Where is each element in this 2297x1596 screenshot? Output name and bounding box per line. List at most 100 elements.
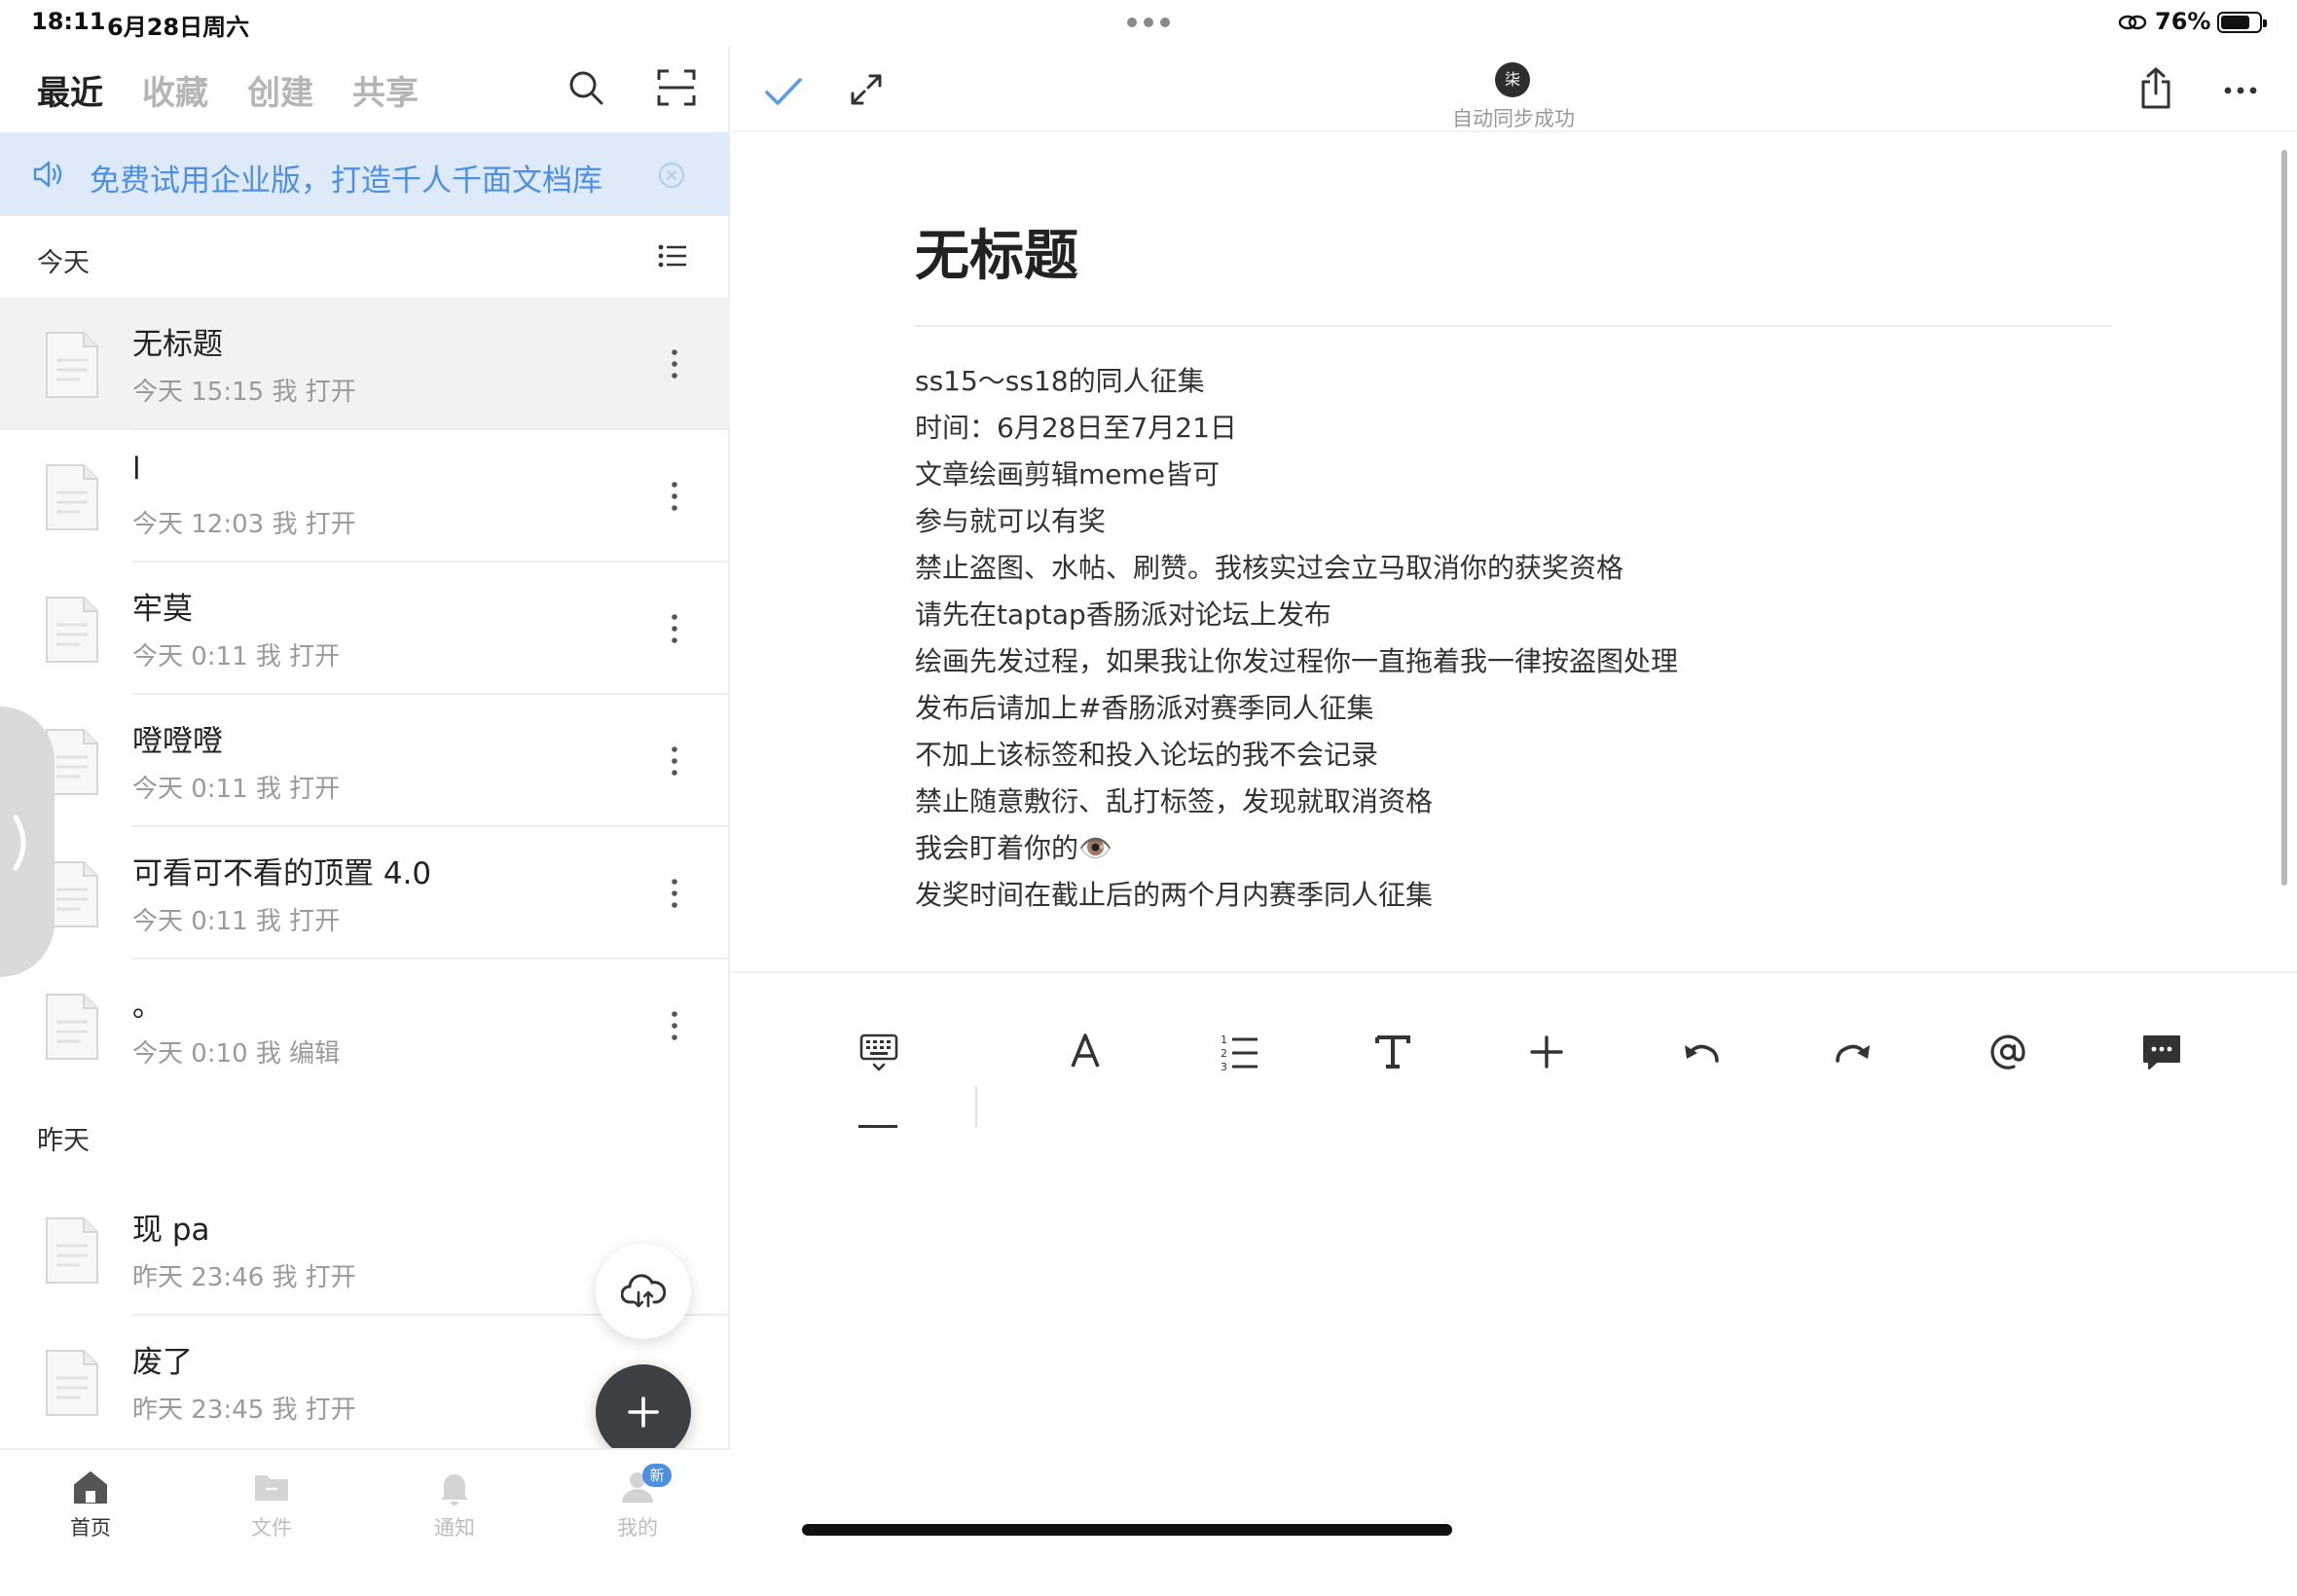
insert-plus-icon[interactable] (1522, 1030, 1571, 1074)
folder-icon (255, 1475, 288, 1501)
documents-pane: 最近 收藏 创建 共享 免费试用企业版，打造千人千面文档库 今天 无标题 今天 … (0, 47, 730, 1596)
doc-title: 无标题 (132, 327, 223, 362)
svg-text:3: 3 (1221, 1061, 1227, 1073)
document-body[interactable]: ss15～ss18的同人征集 时间：6月28日至7月21日 文章绘画剪辑meme… (915, 358, 2112, 919)
search-icon[interactable] (566, 68, 605, 107)
tabbar-home[interactable]: 首页 (37, 1468, 144, 1542)
undo-icon[interactable] (1676, 1030, 1725, 1074)
cloud-upload-icon (621, 1274, 666, 1308)
document-icon (46, 994, 98, 1060)
redo-icon[interactable] (1830, 1030, 1878, 1074)
scan-icon[interactable] (656, 68, 697, 107)
doc-meta: 今天 15:15 我 打开 (132, 378, 356, 407)
editor-pane: 柒 自动同步成功 无标题 ss15～ss18的同人征集 时间：6月28日至7月2… (732, 47, 2297, 1596)
more-horizontal-icon[interactable] (2223, 86, 2258, 95)
doc-title: 牢莫 (132, 592, 193, 627)
text-format-icon[interactable] (1368, 1030, 1417, 1074)
doc-meta: 昨天 23:46 我 打开 (132, 1263, 356, 1292)
bottom-tab-bar: 首页 文件 通知 新 我的 (0, 1448, 730, 1596)
more-vertical-icon[interactable] (662, 744, 687, 779)
tab-recent[interactable]: 最近 (37, 66, 103, 114)
doc-paragraph: 禁止盗图、水帖、刷赞。我核实过会立马取消你的获奖资格 (915, 552, 1624, 584)
title-divider (915, 325, 2112, 327)
new-badge: 新 (642, 1464, 672, 1487)
battery-percent: 76% (2155, 8, 2211, 35)
document-icon (46, 464, 98, 530)
doc-list-item[interactable]: l 今天 12:03 我 打开 (0, 430, 730, 562)
expand-icon[interactable] (849, 72, 884, 107)
add-button[interactable] (596, 1364, 691, 1460)
doc-list-item[interactable]: 牢莫 今天 0:11 我 打开 (0, 562, 730, 695)
editor-toolbar: 1 2 3 (732, 971, 2297, 1596)
tab-created[interactable]: 创建 (247, 66, 313, 114)
promo-banner[interactable]: 免费试用企业版，打造千人千面文档库 (0, 132, 730, 216)
doc-paragraph: ss15～ss18的同人征集 (915, 365, 1205, 397)
document-icon (46, 332, 98, 398)
home-indicator[interactable] (802, 1524, 1452, 1536)
doc-paragraph: 参与就可以有奖 (915, 505, 1107, 537)
font-style-icon[interactable] (1061, 1030, 1110, 1074)
doc-title: 现 pa (132, 1213, 210, 1248)
doc-meta: 今天 12:03 我 打开 (132, 510, 356, 539)
scrollbar[interactable] (2281, 150, 2287, 886)
document-icon (46, 597, 98, 663)
keyboard-dismiss-icon[interactable] (855, 1030, 903, 1074)
document-icon (46, 1350, 98, 1416)
doc-paragraph: 我会盯着你的👁️ (915, 832, 1112, 864)
doc-paragraph: 不加上该标签和投入论坛的我不会记录 (915, 739, 1379, 771)
more-vertical-icon[interactable] (662, 479, 687, 514)
more-vertical-icon[interactable] (662, 1008, 687, 1043)
bell-icon (441, 1474, 468, 1505)
doc-paragraph: 禁止随意敷衍、乱打标签，发现就取消资格 (915, 785, 1434, 817)
sidebar-handle[interactable] (0, 707, 55, 977)
chevron-right-icon (13, 815, 26, 871)
doc-title: 可看可不看的顶置 4.0 (132, 856, 432, 891)
active-tool-underline (858, 1125, 897, 1128)
cloud-upload-button[interactable] (596, 1244, 691, 1339)
mention-icon[interactable] (1984, 1030, 2032, 1074)
numbered-list-icon[interactable]: 1 2 3 (1215, 1030, 1263, 1074)
filter-tabs: 最近 收藏 创建 共享 (37, 66, 419, 114)
check-icon[interactable] (763, 74, 804, 109)
home-icon (74, 1471, 107, 1504)
status-time: 18:11 (31, 8, 106, 35)
banner-text[interactable]: 免费试用企业版，打造千人千面文档库 (90, 156, 602, 200)
more-vertical-icon[interactable] (662, 876, 687, 911)
svg-text:2: 2 (1221, 1047, 1227, 1060)
doc-meta: 昨天 23:45 我 打开 (132, 1396, 356, 1425)
doc-paragraph: 绘画先发过程，如果我让你发过程你一直拖着我一律按盗图处理 (915, 645, 1679, 677)
tabbar-label: 我的 (617, 1516, 658, 1540)
header-divider (732, 130, 2297, 132)
doc-title: 。 (132, 989, 163, 1024)
doc-list-item[interactable]: 无标题 今天 15:15 我 打开 (0, 298, 730, 430)
more-vertical-icon[interactable] (662, 346, 687, 381)
document-title[interactable]: 无标题 (915, 212, 1078, 291)
sync-status: 自动同步成功 (1452, 107, 1575, 130)
tabbar-me[interactable]: 新 我的 (584, 1464, 691, 1542)
doc-list-item[interactable]: 噔噔噔 今天 0:11 我 打开 (0, 695, 730, 827)
section-today: 今天 (37, 248, 90, 278)
more-vertical-icon[interactable] (662, 611, 687, 646)
share-icon[interactable] (2139, 66, 2172, 109)
status-bar: 18:11 6月28日周六 76% (0, 0, 2297, 47)
list-view-icon[interactable] (658, 243, 687, 269)
doc-title: 废了 (132, 1345, 193, 1380)
svg-text:1: 1 (1221, 1034, 1227, 1046)
comment-icon[interactable] (2137, 1030, 2186, 1074)
doc-list-item[interactable]: 可看可不看的顶置 4.0 今天 0:11 我 打开 (0, 827, 730, 960)
close-icon[interactable] (658, 162, 685, 189)
avatar[interactable]: 柒 (1495, 62, 1530, 97)
tab-shared[interactable]: 共享 (352, 66, 419, 114)
tab-favorites[interactable]: 收藏 (142, 66, 208, 114)
doc-list-item[interactable]: 。 今天 0:10 我 编辑 (0, 960, 730, 1092)
tabbar-label: 首页 (70, 1516, 111, 1540)
tabbar-notifications[interactable]: 通知 (401, 1468, 508, 1542)
tabbar-label: 通知 (434, 1516, 475, 1540)
doc-title: 噔噔噔 (132, 724, 223, 759)
doc-paragraph: 发奖时间在截止后的两个月内赛季同人征集 (915, 879, 1434, 911)
tabbar-files[interactable]: 文件 (218, 1468, 325, 1542)
tabbar-label: 文件 (251, 1516, 292, 1540)
document-icon (46, 1217, 98, 1284)
multitasking-dots-icon[interactable] (1127, 18, 1170, 27)
section-yesterday: 昨天 (37, 1126, 90, 1156)
